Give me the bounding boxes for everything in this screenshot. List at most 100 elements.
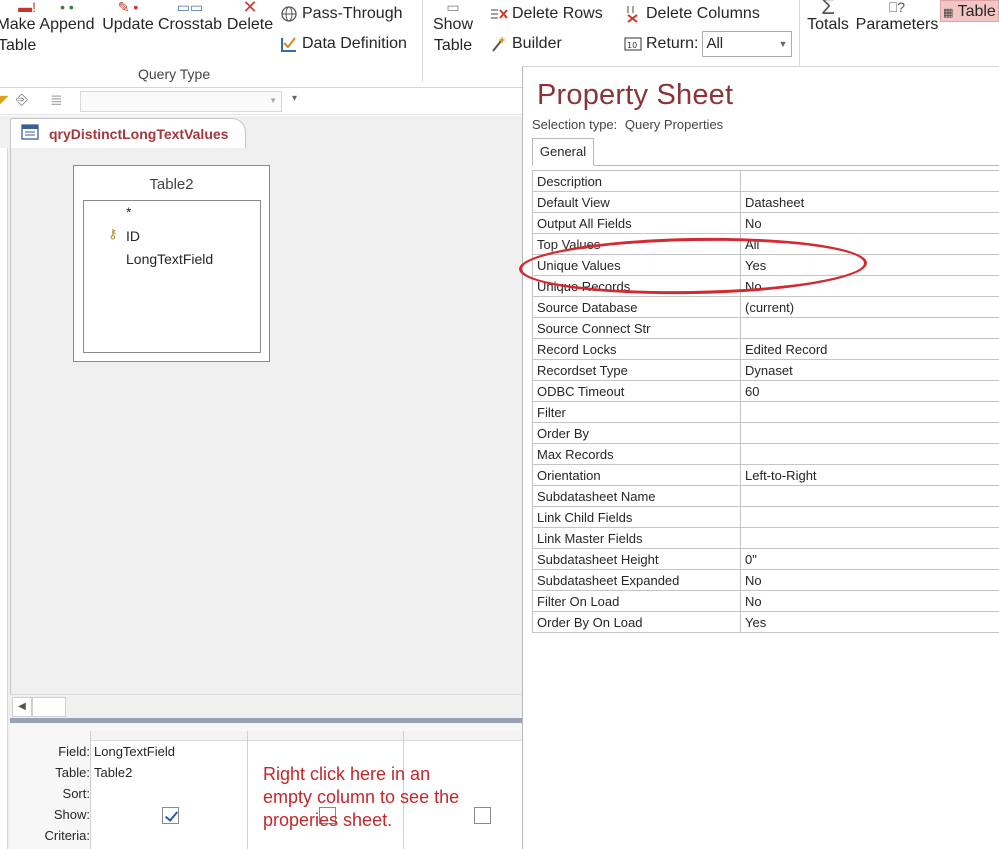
grid-column-selector[interactable]	[248, 731, 403, 741]
property-name: Max Records	[532, 443, 741, 465]
crosstab-button[interactable]: ▭▭ Crosstab	[157, 0, 223, 35]
property-row[interactable]: Default View Datasheet	[532, 191, 999, 213]
pass-through-button[interactable]: Pass-Through	[280, 2, 403, 26]
property-value[interactable]: (current)	[740, 296, 999, 318]
parameters-button[interactable]: ⎕? Parameters	[854, 0, 940, 35]
grid-cell-table[interactable]: Table2	[91, 762, 247, 783]
property-row[interactable]: Subdatasheet Name	[532, 485, 999, 507]
grid-cell-criteria[interactable]	[91, 825, 247, 846]
property-value[interactable]: No	[740, 590, 999, 612]
property-name: Order By	[532, 422, 741, 444]
property-row[interactable]: Record Locks Edited Record	[532, 338, 999, 360]
property-row[interactable]: ODBC Timeout 60	[532, 380, 999, 402]
property-value[interactable]	[740, 506, 999, 528]
property-value[interactable]: Yes	[740, 611, 999, 633]
property-row[interactable]: Unique Records No	[532, 275, 999, 297]
make-table-label-2: Table	[0, 37, 37, 54]
grid-cell-field[interactable]	[404, 741, 522, 762]
property-value[interactable]: 0"	[740, 548, 999, 570]
field-list-item-longtextfield[interactable]: LongTextField	[126, 251, 213, 267]
delete-query-button[interactable]: ✕ Delete	[225, 0, 275, 35]
property-value[interactable]: Yes	[740, 254, 999, 276]
append-button[interactable]: • • Append	[36, 0, 98, 35]
property-value[interactable]	[740, 317, 999, 339]
grid-column-selector[interactable]	[404, 731, 522, 741]
property-value[interactable]	[740, 443, 999, 465]
property-row[interactable]: Link Master Fields	[532, 527, 999, 549]
selection-type: Selection type: Query Properties	[532, 117, 723, 132]
property-row[interactable]: Unique Values Yes	[532, 254, 999, 276]
scroll-left-icon[interactable]: ◀	[12, 697, 32, 717]
property-row[interactable]: Link Child Fields	[532, 506, 999, 528]
delete-rows-button[interactable]: Delete Rows	[490, 2, 603, 26]
grid-column-selector[interactable]	[91, 731, 247, 741]
update-label: Update	[102, 16, 154, 33]
parameters-icon: ⎕?	[888, 0, 906, 15]
property-row[interactable]: Order By	[532, 422, 999, 444]
property-row[interactable]: Source Database (current)	[532, 296, 999, 318]
data-definition-button[interactable]: Data Definition	[280, 32, 407, 56]
property-row[interactable]: Subdatasheet Expanded No	[532, 569, 999, 591]
scrollbar-thumb[interactable]	[32, 697, 66, 717]
delete-rows-label: Delete Rows	[512, 5, 603, 22]
property-row[interactable]: Subdatasheet Height 0"	[532, 548, 999, 570]
show-checkbox[interactable]	[162, 807, 179, 825]
property-row[interactable]: Filter	[532, 401, 999, 423]
builder-button[interactable]: Builder	[490, 32, 562, 56]
property-value[interactable]	[740, 485, 999, 507]
make-table-button[interactable]: ▬! Make Table	[0, 0, 36, 56]
table-names-button[interactable]: ▦ Table	[940, 0, 999, 22]
property-value[interactable]: Edited Record	[740, 338, 999, 360]
qat-customize-icon[interactable]: ▾	[292, 93, 297, 104]
property-value[interactable]: No	[740, 569, 999, 591]
property-value[interactable]	[740, 422, 999, 444]
property-value[interactable]: All	[740, 233, 999, 255]
property-row[interactable]: Description	[532, 170, 999, 192]
crosstab-label: Crosstab	[157, 16, 223, 33]
property-value[interactable]	[740, 401, 999, 423]
property-name: Recordset Type	[532, 359, 741, 381]
delete-columns-button[interactable]: Delete Columns	[624, 2, 760, 26]
show-checkbox[interactable]	[474, 807, 491, 825]
property-name: Link Child Fields	[532, 506, 741, 528]
show-table-button[interactable]: ▭ Show Table	[428, 0, 478, 56]
property-row[interactable]: Order By On Load Yes	[532, 611, 999, 633]
property-row[interactable]: Orientation Left-to-Right	[532, 464, 999, 486]
property-value[interactable]	[740, 527, 999, 549]
property-value[interactable]	[740, 170, 999, 192]
table2-field-list[interactable]: Table2 * ⚷ ID LongTextField	[73, 165, 270, 362]
update-button[interactable]: ✎ • Update	[99, 0, 157, 35]
qat-property-icon[interactable]: ⎆	[16, 91, 28, 108]
return-dropdown[interactable]: All ▼	[702, 31, 793, 57]
property-row[interactable]: Top Values All	[532, 233, 999, 255]
totals-button[interactable]: Σ Totals	[805, 0, 851, 35]
property-table: Description Default View Datasheet Output A…	[532, 170, 999, 633]
grid-cell-field[interactable]: LongTextField	[91, 741, 247, 762]
property-row[interactable]: Output All Fields No	[532, 212, 999, 234]
delete-rows-icon	[490, 5, 508, 23]
property-value[interactable]: Left-to-Right	[740, 464, 999, 486]
property-value[interactable]: 60	[740, 380, 999, 402]
property-value[interactable]: Datasheet	[740, 191, 999, 213]
return-icon: 10	[624, 35, 642, 53]
property-row[interactable]: Filter On Load No	[532, 590, 999, 612]
property-value[interactable]: No	[740, 212, 999, 234]
query-document-tab[interactable]: qryDistinctLongTextValues	[10, 118, 246, 148]
field-list-item-id[interactable]: ID	[126, 228, 140, 244]
grid-cell-field[interactable]	[248, 741, 403, 762]
property-name: Order By On Load	[532, 611, 741, 633]
property-value[interactable]: No	[740, 275, 999, 297]
table-names-icon: ▦	[943, 7, 954, 19]
tab-general[interactable]: General	[532, 138, 594, 166]
delete-columns-label: Delete Columns	[646, 5, 760, 22]
field-list-item-all[interactable]: *	[126, 204, 131, 220]
grid-column-1[interactable]: LongTextField Table2	[90, 731, 248, 849]
property-row[interactable]: Source Connect Str	[532, 317, 999, 339]
property-row[interactable]: Recordset Type Dynaset	[532, 359, 999, 381]
qat-format-icon[interactable]: ≣	[50, 91, 63, 109]
design-pane-horizontal-scrollbar[interactable]: ◀	[10, 694, 522, 718]
grid-cell-sort[interactable]	[91, 783, 247, 804]
qat-combo-box[interactable]: ▼	[80, 91, 282, 112]
property-row[interactable]: Max Records	[532, 443, 999, 465]
property-value[interactable]: Dynaset	[740, 359, 999, 381]
